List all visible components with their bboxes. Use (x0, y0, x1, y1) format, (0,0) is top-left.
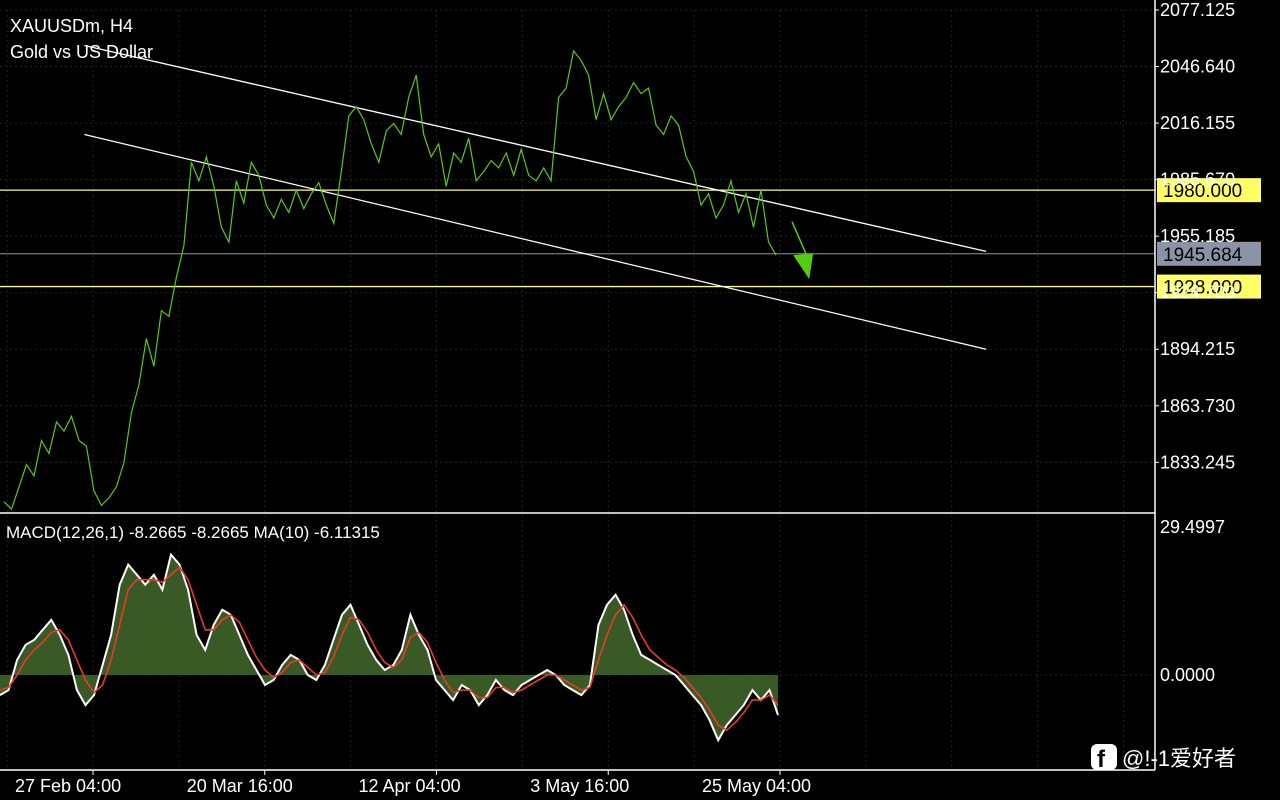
trading-chart[interactable]: 1980.0001928.0001945.684 2077.1252046.64… (0, 0, 1280, 800)
price-tick-label: 1863.730 (1160, 396, 1235, 416)
price-tick-label: 2046.640 (1160, 57, 1235, 77)
time-tick-label: 27 Feb 04:00 (15, 776, 121, 796)
macd-label: MACD(12,26,1) -8.2665 -8.2665 MA(10) -6.… (6, 523, 380, 542)
price-tick-label: 1833.245 (1160, 452, 1235, 472)
symbol-title: XAUUSDm, H4 (10, 16, 133, 36)
facebook-icon-glyph: f (1097, 746, 1106, 773)
time-tick-label: 20 Mar 16:00 (187, 776, 293, 796)
price-tick-label: 1955.185 (1160, 226, 1235, 246)
time-tick-label: 25 May 04:00 (702, 776, 811, 796)
price-tick-label: 1894.215 (1160, 339, 1235, 359)
macd-tick-label: 29.4997 (1160, 517, 1225, 537)
price-tick-label: 2016.155 (1160, 113, 1235, 133)
watermark: f @!-1爱好者 (1091, 744, 1236, 773)
current-price-label: 1945.684 (1163, 245, 1243, 266)
price-tick-label: 2077.125 (1160, 0, 1235, 20)
watermark-text: @!-1爱好者 (1122, 746, 1236, 771)
chart-background (0, 0, 1280, 800)
price-tick-label: 1985.670 (1160, 170, 1235, 190)
time-tick-label: 12 Apr 04:00 (359, 776, 461, 796)
price-tick-label: 1924.700 (1160, 283, 1235, 303)
symbol-description: Gold vs US Dollar (10, 42, 153, 62)
time-tick-label: 3 May 16:00 (530, 776, 629, 796)
macd-tick-label: 0.0000 (1160, 665, 1215, 685)
